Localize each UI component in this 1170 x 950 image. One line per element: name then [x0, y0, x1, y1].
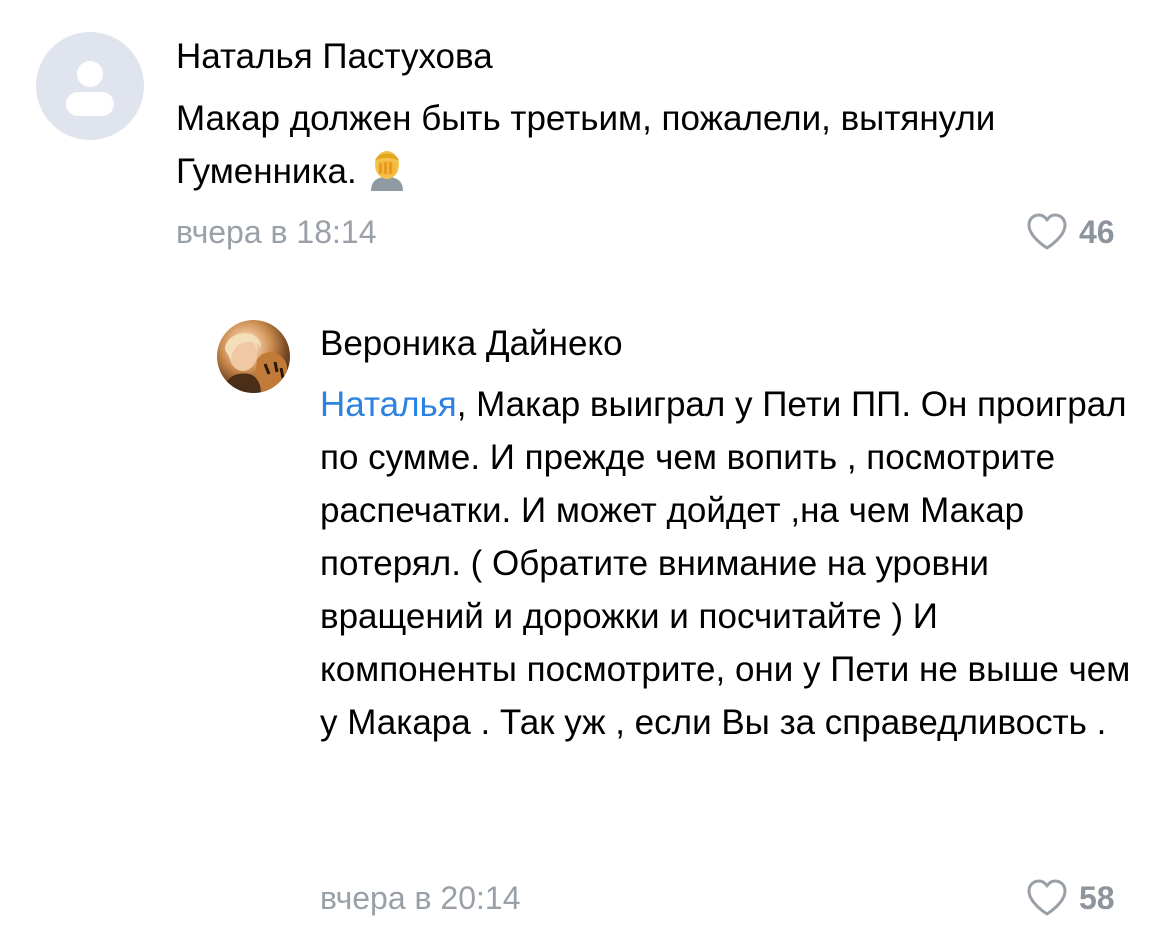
like-count: 46: [1079, 213, 1115, 250]
user-photo-icon: [223, 333, 287, 393]
heart-icon: [1027, 879, 1067, 916]
heart-icon: [1027, 213, 1067, 250]
author-name[interactable]: Вероника Дайнеко: [320, 324, 623, 364]
author-name[interactable]: Наталья Пастухова: [176, 37, 493, 77]
comment-timestamp: вчера в 18:14: [176, 214, 377, 250]
comment-reply: Вероника Дайнеко Наталья, Макар выиграл …: [0, 300, 1170, 940]
like-button[interactable]: 58: [1025, 878, 1115, 918]
comment-text: Наталья, Макар выиграл у Пети ПП. Он про…: [320, 378, 1140, 749]
comment-text: Макар должен быть третьим, пожалели, выт…: [176, 92, 1076, 206]
avatar[interactable]: [217, 320, 290, 393]
comment: Наталья Пастухова Макар должен быть трет…: [0, 0, 1170, 270]
avatar[interactable]: [36, 32, 144, 140]
like-count: 58: [1079, 879, 1115, 916]
comment-body: Макар должен быть третьим, пожалели, выт…: [176, 99, 996, 191]
comment-body: , Макар выиграл у Пети ПП. Он проиграл п…: [320, 385, 1131, 742]
like-button[interactable]: 46: [1025, 212, 1115, 252]
facepalm-emoji-icon: [365, 147, 409, 206]
comment-timestamp: вчера в 20:14: [320, 880, 521, 916]
default-user-icon: [66, 61, 114, 116]
mention-link[interactable]: Наталья: [320, 385, 457, 424]
